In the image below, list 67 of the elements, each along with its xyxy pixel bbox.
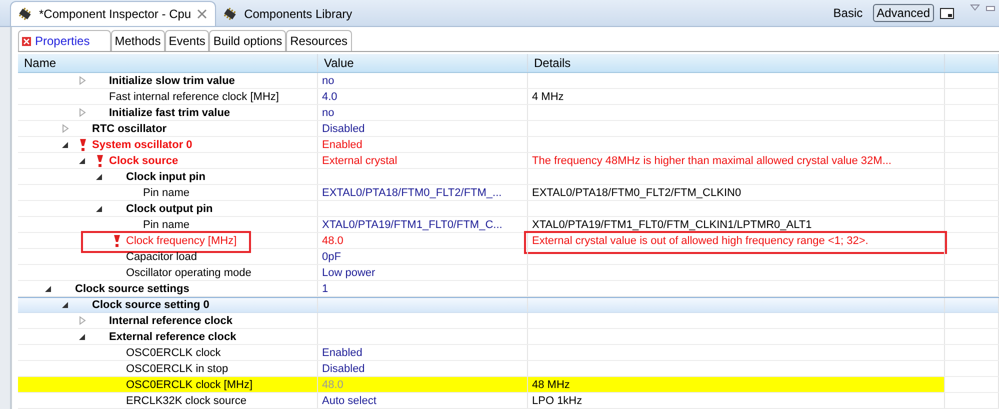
editor-tab[interactable]: Components Library — [216, 1, 360, 26]
editor-tab[interactable]: *Component Inspector - Cpu — [10, 1, 216, 26]
property-name: Clock source setting 0 — [92, 299, 210, 311]
property-value[interactable]: EXTAL0/PTA18/FTM0_FLT2/FTM_... — [322, 186, 502, 198]
property-details: 4 MHz — [532, 90, 564, 102]
property-value[interactable]: 0pF — [322, 250, 341, 262]
property-value[interactable]: 1 — [322, 282, 328, 294]
property-details: External crystal value is out of allowed high frequency range <1; 32>. — [532, 234, 868, 246]
expanded-arrow-icon[interactable] — [62, 142, 68, 148]
property-value[interactable]: Disabled — [322, 122, 365, 134]
property-name: Pin name — [143, 218, 190, 230]
property-value[interactable]: no — [322, 74, 334, 86]
property-value[interactable]: Low power — [322, 266, 376, 278]
property-name: Oscillator operating mode — [126, 266, 252, 278]
view-menu-icon[interactable] — [970, 4, 980, 11]
property-details: The frequency 48MHz is higher than maximal allowed crystal value 32M... — [532, 154, 892, 166]
property-value[interactable]: no — [322, 106, 334, 118]
properties-tab[interactable]: Properties — [18, 30, 111, 51]
property-name: RTC oscillator — [92, 122, 167, 134]
property-name: Pin name — [143, 186, 190, 198]
property-value[interactable]: Enabled — [322, 346, 362, 358]
property-value[interactable]: External crystal — [322, 154, 398, 166]
property-name: Fast internal reference clock [MHz] — [109, 90, 279, 102]
property-name: Clock input pin — [126, 170, 206, 182]
properties-tab[interactable]: Events — [164, 30, 210, 51]
property-name: OSC0ERCLK in stop — [126, 362, 228, 374]
property-value[interactable]: 4.0 — [322, 90, 338, 102]
properties-tab[interactable]: Resources — [286, 30, 352, 51]
property-name: Initialize slow trim value — [109, 74, 235, 86]
property-name: OSC0ERCLK clock — [126, 346, 221, 358]
expanded-arrow-icon[interactable] — [79, 334, 85, 340]
minimize-icon[interactable] — [986, 6, 995, 11]
property-name: Capacitor load — [126, 250, 197, 262]
property-details: LPO 1kHz — [532, 394, 582, 406]
property-name: Clock source settings — [75, 282, 190, 294]
close-icon[interactable] — [197, 9, 208, 19]
property-details: EXTAL0/PTA18/FTM0_FLT2/FTM_CLKIN0 — [532, 186, 742, 198]
property-name: Internal reference clock — [109, 314, 233, 326]
expanded-arrow-icon[interactable] — [96, 174, 102, 180]
expanded-arrow-icon[interactable] — [45, 286, 51, 292]
property-value[interactable]: XTAL0/PTA19/FTM1_FLT0/FTM_C... — [322, 218, 502, 230]
view-mode-button[interactable]: Advanced — [872, 4, 934, 22]
view-mode-button[interactable]: Basic — [829, 4, 867, 22]
property-name: Initialize fast trim value — [109, 106, 230, 118]
column-header[interactable]: Details — [528, 54, 945, 72]
property-name: Clock frequency [MHz] — [126, 234, 237, 246]
expanded-arrow-icon[interactable] — [96, 206, 102, 212]
property-value[interactable]: 48.0 — [322, 234, 344, 246]
property-value[interactable]: Disabled — [322, 362, 365, 374]
property-details: XTAL0/PTA19/FTM1_FLT0/FTM_CLKIN1/LPTMR0_ALT1 — [532, 218, 812, 230]
properties-tab[interactable]: Build options — [209, 30, 286, 51]
properties-tab[interactable]: Methods — [110, 30, 165, 51]
property-value[interactable]: Auto select — [322, 394, 376, 406]
property-name: Clock source — [109, 154, 178, 166]
chip-icon — [222, 6, 238, 20]
property-name: Clock output pin — [126, 202, 213, 214]
column-header[interactable]: Name — [18, 54, 318, 72]
column-header[interactable]: Value — [318, 54, 528, 72]
property-name: External reference clock — [109, 330, 236, 342]
property-name: System oscillator 0 — [92, 138, 192, 150]
property-value[interactable]: Enabled — [322, 138, 362, 150]
expanded-arrow-icon[interactable] — [79, 158, 85, 164]
property-name: ERCLK32K clock source — [126, 394, 246, 406]
property-name: OSC0ERCLK clock [MHz] — [126, 378, 253, 390]
layout-icon[interactable] — [940, 8, 954, 18]
property-details: 48 MHz — [532, 378, 570, 390]
expanded-arrow-icon[interactable] — [62, 302, 68, 308]
